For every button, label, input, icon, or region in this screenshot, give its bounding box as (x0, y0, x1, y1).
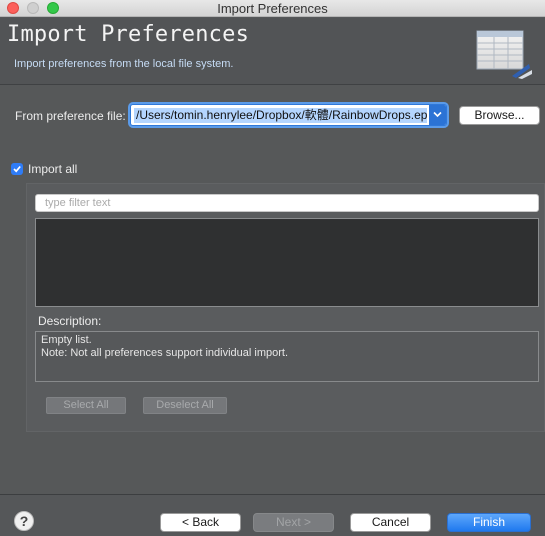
chevron-down-icon[interactable] (429, 105, 446, 125)
description-label: Description: (38, 314, 102, 328)
window-title: Import Preferences (217, 1, 328, 16)
banner-description: Import preferences from the local file s… (14, 58, 234, 70)
help-icon[interactable]: ? (14, 511, 34, 531)
back-button[interactable]: < Back (160, 513, 241, 532)
wizard-content: From preference file: /Users/tomin.henry… (0, 85, 545, 494)
description-line-1: Empty list. (41, 334, 92, 346)
description-box: Empty list. Note: Not all preferences su… (35, 331, 539, 382)
wizard-footer: ? < Back Next > Cancel Finish (0, 495, 545, 536)
checkmark-icon (13, 165, 21, 173)
banner-title: Import Preferences (7, 22, 250, 47)
preference-file-path[interactable]: /Users/tomin.henrylee/Dropbox/軟體/Rainbow… (134, 108, 427, 123)
deselect-all-button[interactable]: Deselect All (143, 397, 227, 414)
wizard-banner: Import Preferences Import preferences fr… (0, 18, 545, 84)
next-button[interactable]: Next > (253, 513, 334, 532)
preferences-table-icon (476, 30, 532, 79)
cancel-button[interactable]: Cancel (350, 513, 431, 532)
filter-input[interactable]: type filter text (35, 194, 539, 212)
import-all-label: Import all (28, 162, 78, 176)
browse-button[interactable]: Browse... (459, 106, 540, 125)
select-all-button[interactable]: Select All (46, 397, 126, 414)
import-all-checkbox[interactable] (11, 163, 23, 175)
preferences-tree[interactable] (35, 218, 539, 307)
finish-button[interactable]: Finish (447, 513, 531, 532)
preference-file-combo[interactable]: /Users/tomin.henrylee/Dropbox/軟體/Rainbow… (130, 104, 447, 126)
description-line-2: Note: Not all preferences support indivi… (41, 347, 289, 359)
window-titlebar: Import Preferences (0, 0, 545, 17)
from-file-label: From preference file: (15, 109, 126, 123)
